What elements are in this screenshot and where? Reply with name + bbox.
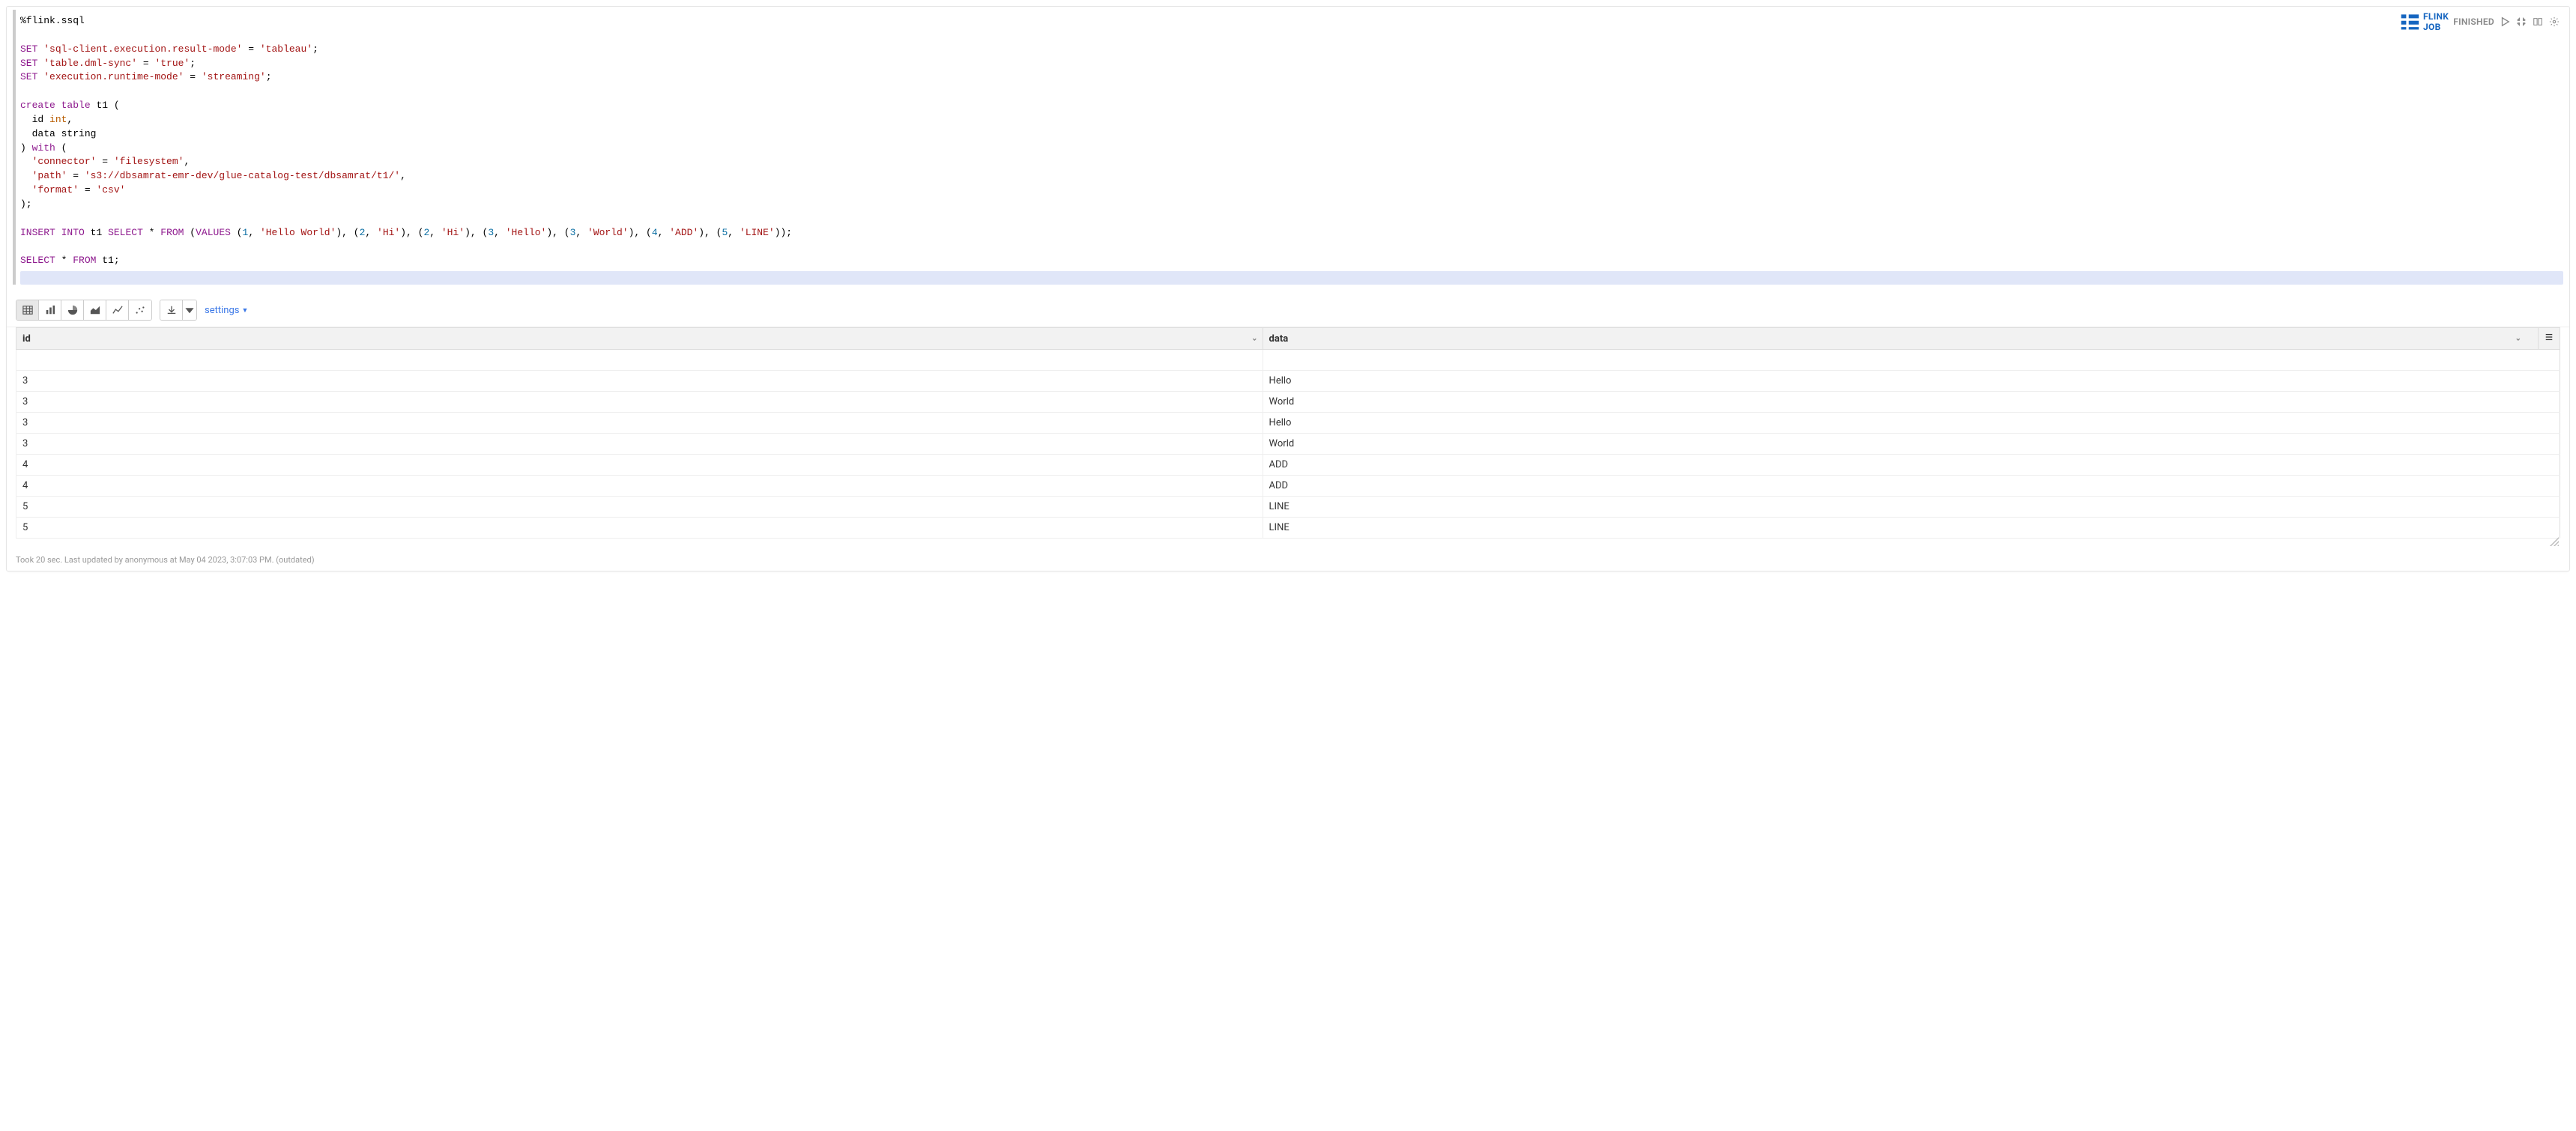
caret-down-icon: [184, 305, 195, 315]
download-group: [160, 300, 197, 321]
flink-job-label: FLINK JOB: [2423, 11, 2449, 32]
hamburger-icon: [2545, 333, 2554, 342]
cell-id: 5: [16, 518, 1263, 539]
cell-id: 4: [16, 476, 1263, 497]
cell-data: Hello: [1263, 413, 2560, 434]
settings-label: settings: [205, 305, 239, 316]
gear-icon[interactable]: [2548, 16, 2560, 28]
cell-data: ADD: [1263, 455, 2560, 476]
result-table: id ⌄ data ⌄ .. 3Hello3World3Hello3World4…: [16, 327, 2560, 539]
table-row[interactable]: 3Hello: [16, 371, 2560, 392]
table-row[interactable]: 4ADD: [16, 455, 2560, 476]
table-row[interactable]: 4ADD: [16, 476, 2560, 497]
download-caret-button[interactable]: [183, 300, 196, 320]
cell-controls: FLINK JOB FINISHED: [2400, 11, 2560, 32]
table-row-clipped: ..: [16, 350, 2560, 371]
cell-id: 3: [16, 392, 1263, 413]
table-row[interactable]: 5LINE: [16, 518, 2560, 539]
table-row[interactable]: 3World: [16, 392, 2560, 413]
viz-type-group: [16, 300, 152, 321]
cell-data: LINE: [1263, 518, 2560, 539]
download-button[interactable]: [160, 300, 183, 320]
sort-caret-icon[interactable]: ⌄: [1251, 335, 1257, 343]
caret-down-icon: ▼: [241, 306, 248, 315]
code-editor-wrap: FLINK JOB FINISHED %flink.ssql SET 'sql-…: [13, 10, 2563, 285]
table-row[interactable]: 3Hello: [16, 413, 2560, 434]
viz-bar-button[interactable]: [39, 300, 61, 320]
table-row[interactable]: 5LINE: [16, 497, 2560, 518]
cell-status-footer: Took 20 sec. Last updated by anonymous a…: [7, 549, 2569, 566]
cell-data: LINE: [1263, 497, 2560, 518]
flink-job-link[interactable]: FLINK JOB: [2400, 11, 2449, 32]
viz-area-button[interactable]: [84, 300, 106, 320]
viz-table-button[interactable]: [16, 300, 39, 320]
area-chart-icon: [90, 305, 100, 315]
table-row[interactable]: 3World: [16, 434, 2560, 455]
code-editor[interactable]: %flink.ssql SET 'sql-client.execution.re…: [20, 13, 2563, 268]
flink-job-icon: [2400, 12, 2420, 32]
download-icon: [166, 305, 177, 315]
sort-caret-icon[interactable]: ⌄: [2515, 335, 2521, 343]
editor-cursor-line: [20, 271, 2563, 285]
table-header-row: id ⌄ data ⌄: [16, 328, 2560, 350]
cell-data: World: [1263, 392, 2560, 413]
settings-link[interactable]: settings ▼: [205, 305, 248, 316]
resize-handle[interactable]: [7, 537, 2569, 549]
cell-data: Hello: [1263, 371, 2560, 392]
column-header-data[interactable]: data ⌄: [1263, 328, 2538, 350]
run-icon[interactable]: [2499, 16, 2511, 28]
cell-id: 3: [16, 413, 1263, 434]
cell-id: 3: [16, 371, 1263, 392]
viz-pie-button[interactable]: [61, 300, 84, 320]
cell-data: ADD: [1263, 476, 2560, 497]
table-icon: [22, 305, 33, 315]
cell-id: 3: [16, 434, 1263, 455]
line-chart-icon: [112, 305, 123, 315]
column-header-id[interactable]: id ⌄: [16, 328, 1263, 350]
cell-data: World: [1263, 434, 2560, 455]
viz-scatter-button[interactable]: [129, 300, 151, 320]
notebook-cell: FLINK JOB FINISHED %flink.ssql SET 'sql-…: [6, 6, 2570, 571]
job-status: FINISHED: [2453, 16, 2494, 27]
collapse-icon[interactable]: [2515, 16, 2527, 28]
cell-id: 4: [16, 455, 1263, 476]
result-toolbar: settings ▼: [7, 292, 2569, 327]
cell-id: 5: [16, 497, 1263, 518]
bar-chart-icon: [45, 305, 55, 315]
pie-chart-icon: [67, 305, 78, 315]
viz-line-button[interactable]: [106, 300, 129, 320]
scatter-chart-icon: [135, 305, 145, 315]
resize-grip-icon: [2550, 537, 2559, 546]
column-menu-button[interactable]: [2539, 328, 2560, 350]
book-icon[interactable]: [2532, 16, 2544, 28]
